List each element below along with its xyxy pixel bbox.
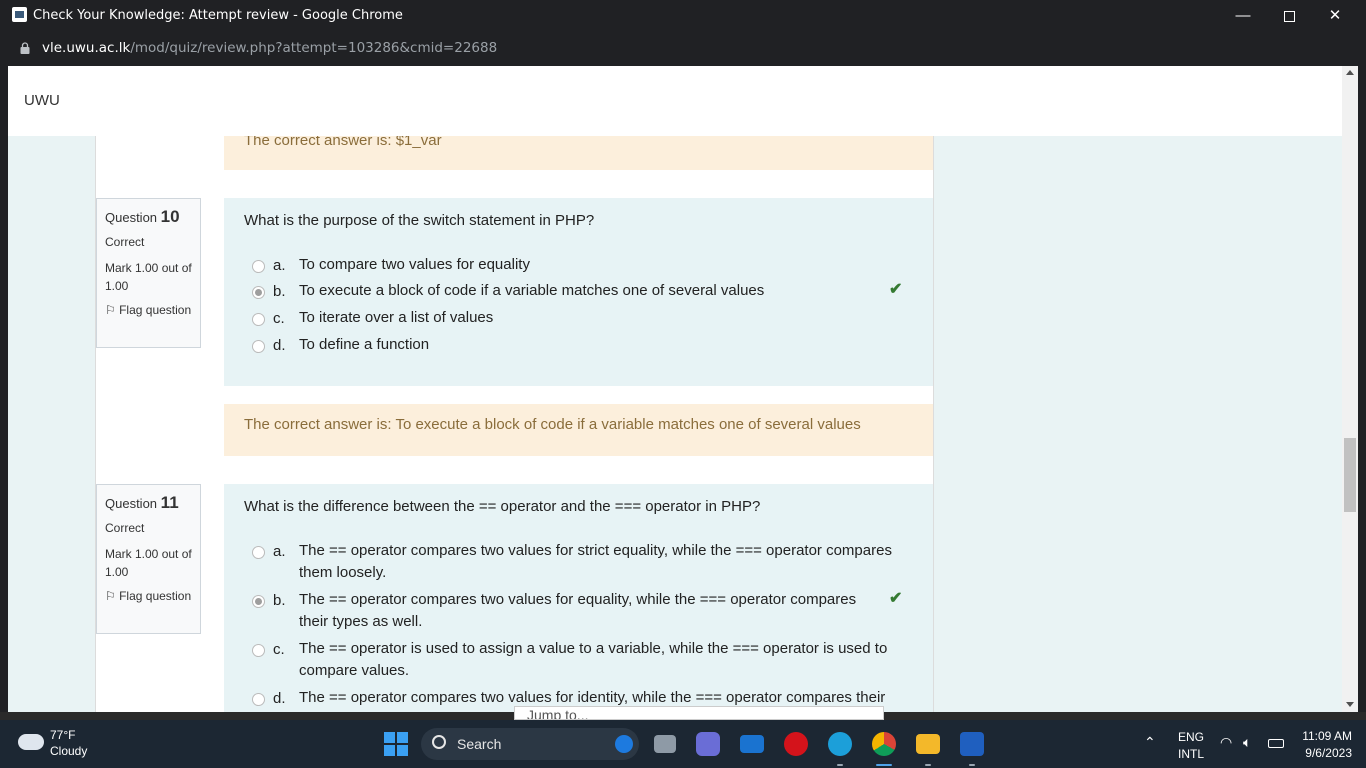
input-language[interactable]: ENG INTL xyxy=(1178,730,1204,761)
question-text: What is the difference between the == op… xyxy=(244,498,761,515)
running-indicator xyxy=(837,764,843,766)
page-scrollbar[interactable] xyxy=(1342,66,1358,712)
answer-radio-d[interactable] xyxy=(252,340,265,353)
answer-label-a[interactable]: To compare two values for equality xyxy=(299,254,530,276)
url-path: /mod/quiz/review.php?attempt=103286&cmid… xyxy=(130,40,498,56)
question-info-11: Question 11 Correct Mark 1.00 out of 1.0… xyxy=(96,484,201,634)
url-text[interactable]: vle.uwu.ac.lk/mod/quiz/review.php?attemp… xyxy=(42,40,497,56)
question-feedback-10: The correct answer is: To execute a bloc… xyxy=(224,404,933,456)
wifi-icon[interactable]: ◠ xyxy=(1220,734,1232,751)
answer-label-b[interactable]: The == operator compares two values for … xyxy=(299,589,869,633)
weather-condition: Cloudy xyxy=(50,744,88,758)
window-right-edge xyxy=(1358,66,1366,712)
page-viewport: UWU The correct answer is: $1_var The co… xyxy=(8,66,1342,712)
file-explorer-icon[interactable] xyxy=(916,734,940,754)
answer-radio-c[interactable] xyxy=(252,644,265,657)
bing-icon[interactable] xyxy=(615,735,633,753)
site-favicon-icon xyxy=(12,7,27,22)
opera-icon[interactable] xyxy=(784,732,808,756)
mail-icon[interactable] xyxy=(740,735,764,753)
language-code: ENG xyxy=(1178,730,1205,744)
url-host: vle.uwu.ac.lk xyxy=(42,40,131,56)
question-number: Question 11 xyxy=(105,493,179,512)
battery-icon[interactable] xyxy=(1268,739,1284,748)
answer-radio-b[interactable] xyxy=(252,595,265,608)
answer-letter: d. xyxy=(273,337,286,354)
question-text: What is the purpose of the switch statem… xyxy=(244,212,595,229)
cloud-icon xyxy=(18,734,44,750)
running-indicator xyxy=(925,764,931,766)
question-info-10: Question 10 Correct Mark 1.00 out of 1.0… xyxy=(96,198,201,348)
window-title: Check Your Knowledge: Attempt review - G… xyxy=(33,8,403,23)
word-icon[interactable] xyxy=(960,732,984,756)
maximize-button[interactable] xyxy=(1266,0,1312,32)
search-icon xyxy=(432,735,446,749)
start-button[interactable] xyxy=(384,732,408,756)
chrome-icon[interactable] xyxy=(872,732,896,756)
search-label: Search xyxy=(457,736,502,752)
clock[interactable]: 11:09 AM 9/6/2023 xyxy=(1300,729,1352,760)
windows-logo-icon xyxy=(384,732,395,743)
answer-radio-d[interactable] xyxy=(252,693,265,706)
running-indicator xyxy=(969,764,975,766)
window-titlebar: Check Your Knowledge: Attempt review - G… xyxy=(0,0,1366,32)
minimize-button[interactable]: — xyxy=(1220,0,1266,32)
question-number: Question 10 xyxy=(105,207,180,226)
answer-label-a[interactable]: The == operator compares two values for … xyxy=(299,540,899,584)
window-left-edge xyxy=(0,66,8,712)
close-button[interactable]: ✕ xyxy=(1312,0,1358,32)
question-grade: Mark 1.00 out of 1.00 xyxy=(105,261,192,293)
running-indicator xyxy=(876,764,892,766)
answer-letter: b. xyxy=(273,283,286,300)
correct-check-icon: ✔ xyxy=(889,590,903,607)
site-header: UWU xyxy=(8,66,1342,136)
address-bar[interactable]: vle.uwu.ac.lk/mod/quiz/review.php?attemp… xyxy=(0,32,1366,66)
answer-radio-a[interactable] xyxy=(252,260,265,273)
flag-question-link[interactable]: ⚐ Flag question xyxy=(105,301,192,319)
answer-letter: d. xyxy=(273,690,286,707)
jump-to-select[interactable]: Jump to... xyxy=(514,706,884,720)
feedback-text: The correct answer is: To execute a bloc… xyxy=(244,416,861,433)
task-view-icon[interactable] xyxy=(654,735,676,753)
answer-label-d[interactable]: To define a function xyxy=(299,334,429,356)
taskbar-search[interactable]: Search xyxy=(421,728,639,760)
keyboard-layout: INTL xyxy=(1178,747,1205,761)
answer-label-b[interactable]: To execute a block of code if a variable… xyxy=(299,280,764,302)
flag-question-link[interactable]: ⚐ Flag question xyxy=(105,587,192,605)
answer-radio-a[interactable] xyxy=(252,546,265,559)
lock-icon xyxy=(20,42,30,54)
answer-letter: c. xyxy=(273,310,285,327)
clock-date: 9/6/2023 xyxy=(1305,746,1352,760)
flag-icon: ⚐ xyxy=(105,303,120,317)
answer-letter: c. xyxy=(273,641,285,658)
weather-temp: 77°F xyxy=(50,728,76,742)
maximize-icon xyxy=(1283,10,1295,22)
clock-time: 11:09 AM xyxy=(1302,729,1352,743)
volume-icon[interactable]: 🔈︎ xyxy=(1243,734,1251,751)
tray-overflow-icon[interactable]: ⌃ xyxy=(1144,734,1156,751)
scroll-up-icon[interactable] xyxy=(1346,70,1354,75)
question-state: Correct xyxy=(105,235,145,249)
teams-chat-icon[interactable] xyxy=(696,732,720,756)
windows-taskbar: 77°F Cloudy Search ⌃ ENG INTL ◠ 🔈︎ 11:09… xyxy=(0,720,1366,768)
answer-letter: a. xyxy=(273,257,286,274)
answer-radio-c[interactable] xyxy=(252,313,265,326)
site-brand-link[interactable]: UWU xyxy=(24,92,60,109)
edge-icon[interactable] xyxy=(828,732,852,756)
answer-label-c[interactable]: The == operator is used to assign a valu… xyxy=(299,638,899,682)
answer-label-c[interactable]: To iterate over a list of values xyxy=(299,307,493,329)
question-state: Correct xyxy=(105,521,145,535)
flag-icon: ⚐ xyxy=(105,589,120,603)
answer-letter: b. xyxy=(273,592,286,609)
correct-check-icon: ✔ xyxy=(889,281,903,298)
answer-radio-b[interactable] xyxy=(252,286,265,299)
question-grade: Mark 1.00 out of 1.00 xyxy=(105,547,192,579)
answer-letter: a. xyxy=(273,543,286,560)
scrollbar-thumb[interactable] xyxy=(1344,438,1356,512)
scroll-down-icon[interactable] xyxy=(1346,702,1354,707)
